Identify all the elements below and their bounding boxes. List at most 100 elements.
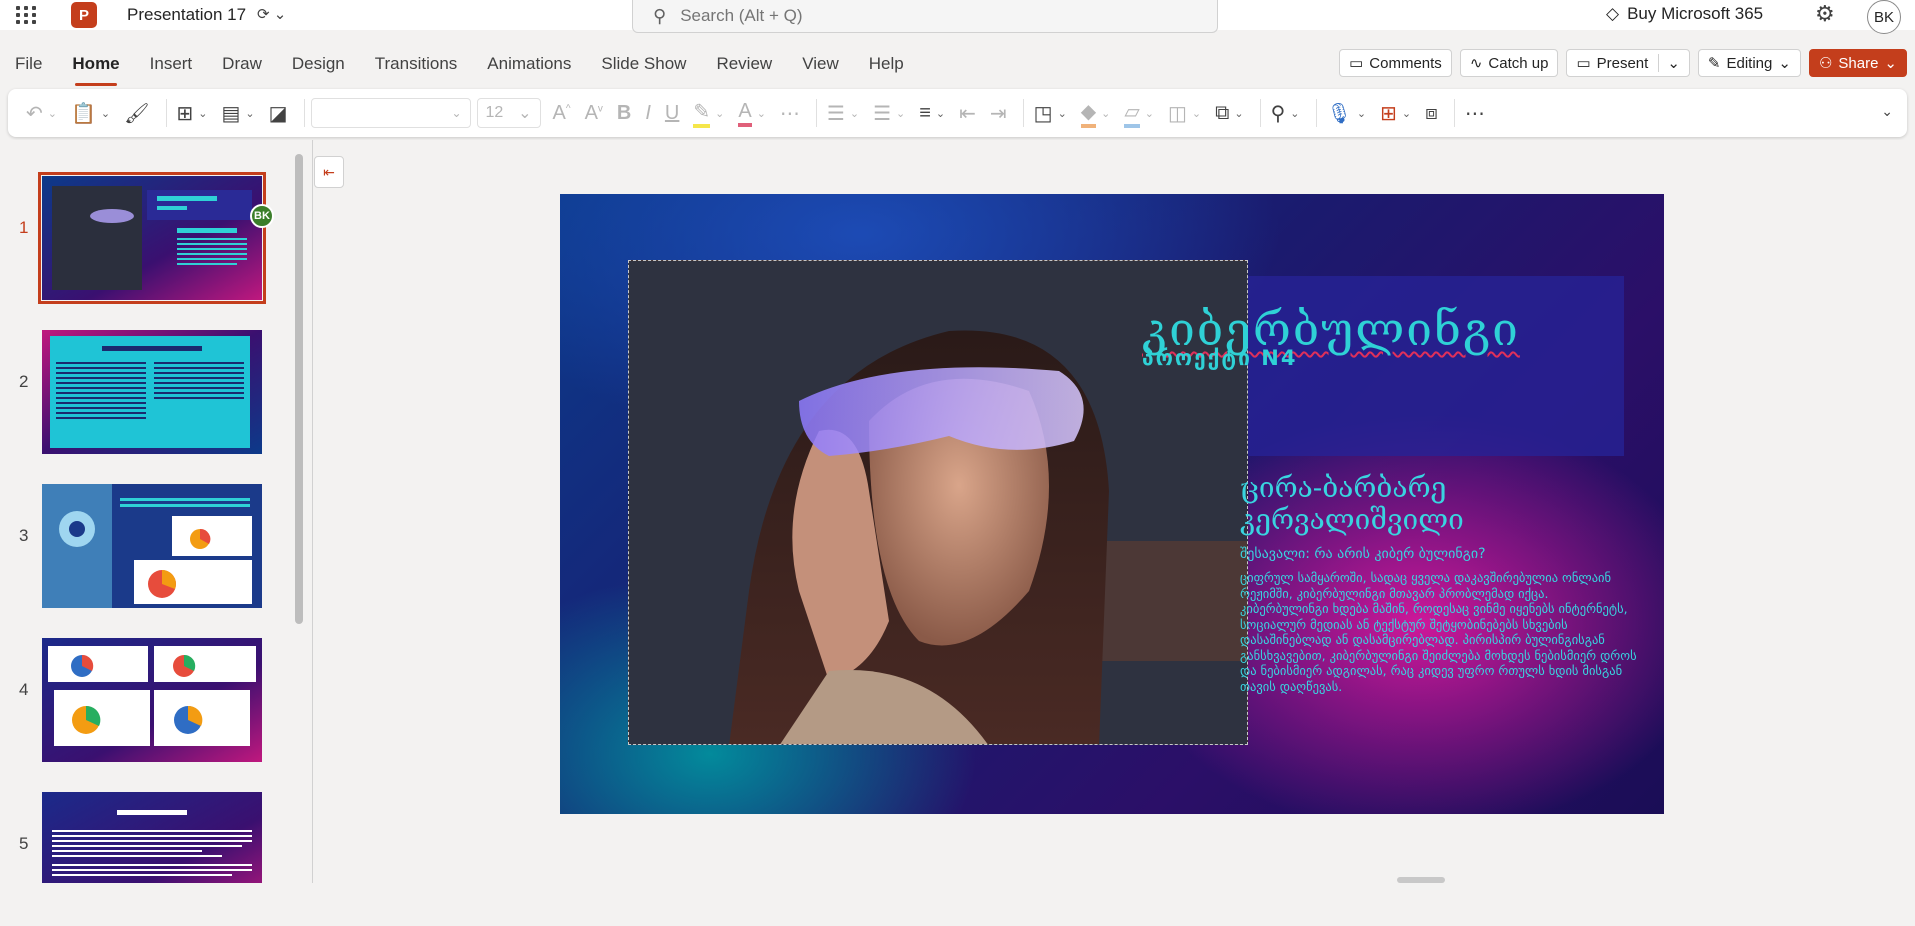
undo-button[interactable]: ↶ ⌄ — [22, 95, 61, 131]
slide-5-preview — [42, 792, 262, 883]
dictate-button[interactable]: 🎙 ⌄ — [1323, 95, 1371, 131]
bold-icon: B — [616, 101, 632, 124]
slide-thumbnail-1[interactable] — [38, 172, 266, 304]
thumbnail-row-2[interactable]: 2 — [0, 330, 270, 464]
ribbon-actions: ▭ Comments ∿ Catch up ▭ Present ⌄ ✎ Edit… — [1339, 49, 1907, 77]
new-slide-button[interactable]: ⊞ ⌄ — [173, 95, 212, 131]
numbering-button[interactable]: ☰ ⌄ — [869, 95, 909, 131]
add-ins-button[interactable]: ⊞ ⌄ — [1376, 95, 1415, 131]
tab-transitions[interactable]: Transitions — [360, 46, 473, 82]
search-input[interactable] — [680, 6, 1081, 26]
more-options-button[interactable]: ⋯ — [1461, 95, 1489, 131]
align-button[interactable]: ≡ ⌄ — [915, 95, 949, 131]
tab-view[interactable]: View — [787, 46, 854, 82]
shape-outline-icon: ▱ — [1124, 99, 1140, 128]
font-name-select[interactable]: ⌄ — [310, 98, 471, 128]
app-launcher-icon[interactable] — [12, 4, 38, 26]
decrease-indent-button[interactable]: ⇤ — [955, 95, 980, 131]
thumbnail-number: 3 — [19, 526, 29, 545]
search-icon: ⚲ — [653, 5, 667, 26]
paste-button[interactable]: 📋 ⌄ — [67, 95, 114, 131]
shapes-button[interactable]: ◳ ⌄ — [1030, 95, 1071, 131]
thumbnail-number: 2 — [19, 372, 29, 391]
catch-up-button[interactable]: ∿ Catch up — [1459, 49, 1559, 77]
activity-icon: ∿ — [1469, 55, 1483, 72]
add-ins-icon: ⊞ — [1380, 102, 1397, 125]
undo-icon: ↶ — [26, 102, 43, 125]
arrange-icon: ⧉ — [1215, 101, 1230, 124]
tab-review[interactable]: Review — [701, 46, 787, 82]
tab-insert[interactable]: Insert — [135, 46, 208, 82]
designer-icon: ⧈ — [1425, 101, 1438, 124]
shape-effects-button[interactable]: ◫ ⌄ — [1164, 95, 1205, 131]
tab-slide-show[interactable]: Slide Show — [586, 46, 701, 82]
settings-gear-icon[interactable]: ⚙ — [1815, 1, 1835, 27]
shape-outline-button[interactable]: ▱ ⌄ — [1120, 95, 1158, 131]
underline-icon: U — [664, 101, 680, 124]
format-painter-button[interactable]: 🖌 — [120, 95, 153, 131]
slide-4-preview — [42, 638, 262, 762]
italic-button[interactable]: I — [641, 95, 655, 131]
chevron-down-icon[interactable]: ⌄ — [1658, 54, 1680, 72]
autosave-status-icon[interactable]: ⟳ ⌄ — [257, 5, 286, 23]
align-left-icon: ≡ — [919, 101, 931, 124]
intro-paragraph[interactable]: ციფრულ სამყაროში, სადაც ყველა დაკავშირებ… — [1240, 570, 1640, 694]
tab-animations[interactable]: Animations — [472, 46, 586, 82]
increase-indent-button[interactable]: ⇥ — [986, 95, 1011, 131]
comments-button[interactable]: ▭ Comments — [1339, 49, 1452, 77]
layout-button[interactable]: ▤ ⌄ — [217, 95, 258, 131]
font-size-select[interactable]: 12 ⌄ — [476, 98, 541, 128]
tab-help[interactable]: Help — [854, 46, 919, 82]
numbered-list-icon: ☰ — [873, 102, 892, 125]
tab-file[interactable]: File — [0, 46, 57, 82]
bullets-button[interactable]: ☰ ⌄ — [823, 95, 863, 131]
user-avatar[interactable]: BK — [1867, 0, 1901, 34]
thumbnail-number: 5 — [19, 834, 29, 853]
buy-microsoft-365-link[interactable]: ◇ Buy Microsoft 365 — [1606, 4, 1763, 24]
thumbnail-row-4[interactable]: 4 — [0, 638, 270, 772]
document-title[interactable]: Presentation 17 — [127, 5, 246, 25]
author-name[interactable]: ცირა-ბარბარე კერვალიშვილი — [1240, 472, 1620, 536]
shrink-font-button[interactable]: Av — [581, 95, 607, 131]
editing-mode-button[interactable]: ✎ Editing ⌄ — [1697, 49, 1801, 77]
slide-thumbnail-3[interactable] — [42, 484, 262, 608]
slide-thumbnail-4[interactable] — [42, 638, 262, 762]
font-color-icon: A — [738, 100, 752, 127]
thumbnail-row-5[interactable]: 5 — [0, 792, 270, 926]
collapse-pane-icon[interactable]: ⇤ — [314, 156, 344, 188]
slide-thumbnail-2[interactable] — [42, 330, 262, 454]
ribbon-collapse-icon[interactable]: ⌄ — [1881, 103, 1893, 120]
tab-draw[interactable]: Draw — [207, 46, 277, 82]
slide-subtitle[interactable]: პროექტი N4 — [1142, 346, 1297, 370]
underline-button[interactable]: U — [661, 95, 683, 131]
font-color-button[interactable]: A ⌄ — [734, 95, 770, 131]
arrange-button[interactable]: ⧉ ⌄ — [1211, 95, 1248, 131]
find-button[interactable]: ⚲ ⌄ — [1267, 95, 1304, 131]
highlight-button[interactable]: ✎ ⌄ — [689, 95, 728, 131]
thumbnail-row-3[interactable]: 3 — [0, 484, 270, 618]
tab-home[interactable]: Home — [57, 46, 134, 86]
horizontal-scrollbar[interactable] — [1397, 877, 1445, 883]
highlighter-icon: ✎ — [693, 99, 711, 128]
intro-question[interactable]: შესავალი: რა არის კიბერ ბულინგი? — [1240, 546, 1486, 562]
background-button[interactable]: ◪ — [265, 95, 292, 131]
current-slide[interactable]: კიბერბულინგი პროექტი N4 ცირა-ბარბარე კერ… — [560, 194, 1664, 814]
bold-button[interactable]: B — [613, 95, 635, 131]
shrink-font-icon: Av — [584, 101, 603, 124]
slide-1-preview — [42, 176, 262, 300]
tab-design[interactable]: Design — [277, 46, 360, 82]
share-button[interactable]: ⚇ Share ⌄ — [1808, 49, 1907, 77]
thumbnail-row-1[interactable]: 1 BK — [0, 172, 274, 310]
slide-thumbnail-5[interactable] — [42, 792, 262, 883]
present-button[interactable]: ▭ Present ⌄ — [1566, 49, 1690, 77]
shape-fill-button[interactable]: ◆ ⌄ — [1077, 95, 1115, 131]
more-font-options-button[interactable]: ⋯ — [776, 95, 804, 131]
search-bar[interactable]: ⚲ — [632, 0, 1218, 33]
thumbnail-scrollbar[interactable] — [295, 154, 303, 624]
slide-thumbnail-pane: 1 BK 2 3 4 5 — [0, 140, 312, 883]
ribbon-tabs: File Home Insert Draw Design Transitions… — [0, 46, 919, 86]
catch-up-label: Catch up — [1488, 54, 1549, 72]
grow-font-button[interactable]: A^ — [549, 95, 575, 131]
designer-button[interactable]: ⧈ — [1421, 95, 1442, 131]
brush-icon: 🖌 — [124, 102, 150, 125]
